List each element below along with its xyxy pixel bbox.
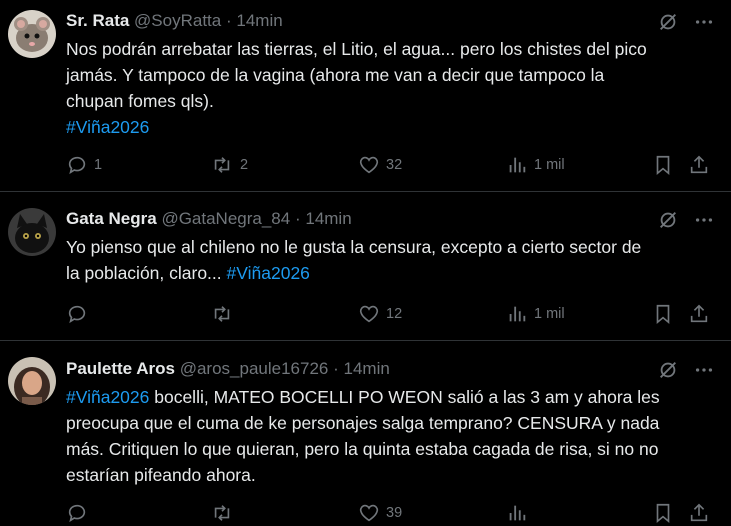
reply-button[interactable] <box>66 301 94 327</box>
more-icon[interactable] <box>693 359 715 381</box>
reply-button[interactable] <box>66 500 88 526</box>
repost-icon <box>210 303 234 325</box>
grok-icon[interactable] <box>657 209 679 231</box>
repost-button[interactable]: 2 <box>210 152 248 178</box>
views-icon <box>506 502 528 524</box>
repost-icon <box>210 154 234 176</box>
tweet-header: Paulette Aros @aros_paule16726 · 14min <box>66 358 390 380</box>
reply-icon <box>66 502 88 524</box>
tweet-text-line: preocupa que el cuma de ke personajes sa… <box>66 413 660 433</box>
bookmark-icon <box>652 303 674 325</box>
bookmark-icon <box>652 154 674 176</box>
bookmark-button[interactable] <box>652 500 674 526</box>
repost-count: 2 <box>240 157 249 173</box>
tweet-text: Nos podrán arrebatar las tierras, el Lit… <box>66 36 716 140</box>
user-handle[interactable]: @GataNegra_84 <box>161 209 290 228</box>
share-button[interactable] <box>688 500 710 526</box>
share-icon <box>688 303 710 325</box>
timestamp[interactable]: 14min <box>344 359 390 378</box>
like-count: 12 <box>386 306 403 322</box>
timestamp[interactable]: 14min <box>305 209 351 228</box>
views-button[interactable]: 1 mil <box>506 301 565 327</box>
avatar[interactable] <box>8 208 56 256</box>
views-icon <box>506 303 528 325</box>
repost-button[interactable] <box>210 301 240 327</box>
tweet-text-fragment: bocelli, MATEO BOCELLI PO WEON salió a l… <box>149 387 660 407</box>
grok-icon[interactable] <box>657 11 679 33</box>
view-count: 1 mil <box>534 157 565 173</box>
reply-count: 1 <box>94 157 103 173</box>
tweet-text-line: chupan fomes qls). <box>66 91 214 111</box>
tweet-text: #Viña2026 bocelli, MATEO BOCELLI PO WEON… <box>66 384 716 488</box>
like-button[interactable]: 32 <box>358 152 402 178</box>
tweet-text-line: jamás. Y tampoco de la vagina (ahora me … <box>66 65 605 85</box>
share-button[interactable] <box>688 301 710 327</box>
more-icon[interactable] <box>693 209 715 231</box>
timestamp[interactable]: 14min <box>236 11 282 30</box>
like-button[interactable]: 39 <box>358 500 402 526</box>
grok-icon[interactable] <box>657 359 679 381</box>
like-button[interactable]: 12 <box>358 301 402 327</box>
share-button[interactable] <box>688 152 710 178</box>
user-handle[interactable]: @SoyRatta <box>134 11 221 30</box>
reply-button[interactable]: 1 <box>66 152 102 178</box>
tweet-text-line: estarían pifeando ahora. <box>66 465 256 485</box>
tweet-actions: 12 1 mil <box>66 301 716 327</box>
tweet[interactable]: Sr. Rata @SoyRatta · 14min Nos podrán ar… <box>0 0 731 192</box>
like-icon <box>358 502 380 524</box>
views-button[interactable]: 1 mil <box>506 152 565 178</box>
more-icon[interactable] <box>693 11 715 33</box>
tweet-text-line: la población, claro... #Viña2026 <box>66 260 716 286</box>
like-count: 39 <box>386 505 403 521</box>
avatar[interactable] <box>8 10 56 58</box>
bookmark-button[interactable] <box>652 301 674 327</box>
tweet-header: Gata Negra @GataNegra_84 · 14min <box>66 208 352 230</box>
reply-icon <box>66 303 88 325</box>
separator: · <box>333 359 339 378</box>
tweet-actions: 39 <box>66 500 716 526</box>
tweet-text: Yo pienso que al chileno no le gusta la … <box>66 234 716 286</box>
separator: · <box>294 209 301 228</box>
avatar[interactable] <box>8 357 56 405</box>
bookmark-button[interactable] <box>652 152 674 178</box>
user-handle[interactable]: @aros_paule16726 <box>180 359 329 378</box>
views-icon <box>506 154 528 176</box>
repost-button[interactable] <box>210 500 234 526</box>
share-icon <box>688 154 710 176</box>
hashtag-link[interactable]: #Viña2026 <box>66 387 149 407</box>
view-count: 1 mil <box>534 306 565 322</box>
hashtag-link[interactable]: #Viña2026 <box>227 263 310 283</box>
repost-icon <box>210 502 234 524</box>
tweet-header: Sr. Rata @SoyRatta · 14min <box>66 10 283 32</box>
tweet-text-line: Nos podrán arrebatar las tierras, el Lit… <box>66 39 647 59</box>
tweet-text-line: más. Critiquen lo que quieran, pero la q… <box>66 439 659 459</box>
display-name[interactable]: Gata Negra <box>66 209 157 228</box>
tweet[interactable]: Gata Negra @GataNegra_84 · 14min Yo pien… <box>0 192 731 341</box>
separator: · <box>225 11 232 30</box>
tweet-actions: 1 2 32 1 mil <box>66 152 716 178</box>
share-icon <box>688 502 710 524</box>
tweet-text-fragment: la población, claro... <box>66 263 222 283</box>
tweet-text-line: Yo pienso que al chileno no le gusta la … <box>66 237 642 257</box>
hashtag-link[interactable]: #Viña2026 <box>66 114 716 140</box>
bookmark-icon <box>652 502 674 524</box>
tweet-text-line: #Viña2026 bocelli, MATEO BOCELLI PO WEON… <box>66 384 716 410</box>
tweet[interactable]: Paulette Aros @aros_paule16726 · 14min #… <box>0 341 731 524</box>
like-icon <box>358 303 380 325</box>
reply-icon <box>66 154 88 176</box>
display-name[interactable]: Paulette Aros <box>66 359 175 378</box>
views-button[interactable] <box>506 500 528 526</box>
display-name[interactable]: Sr. Rata <box>66 11 129 30</box>
like-icon <box>358 154 380 176</box>
like-count: 32 <box>386 157 403 173</box>
